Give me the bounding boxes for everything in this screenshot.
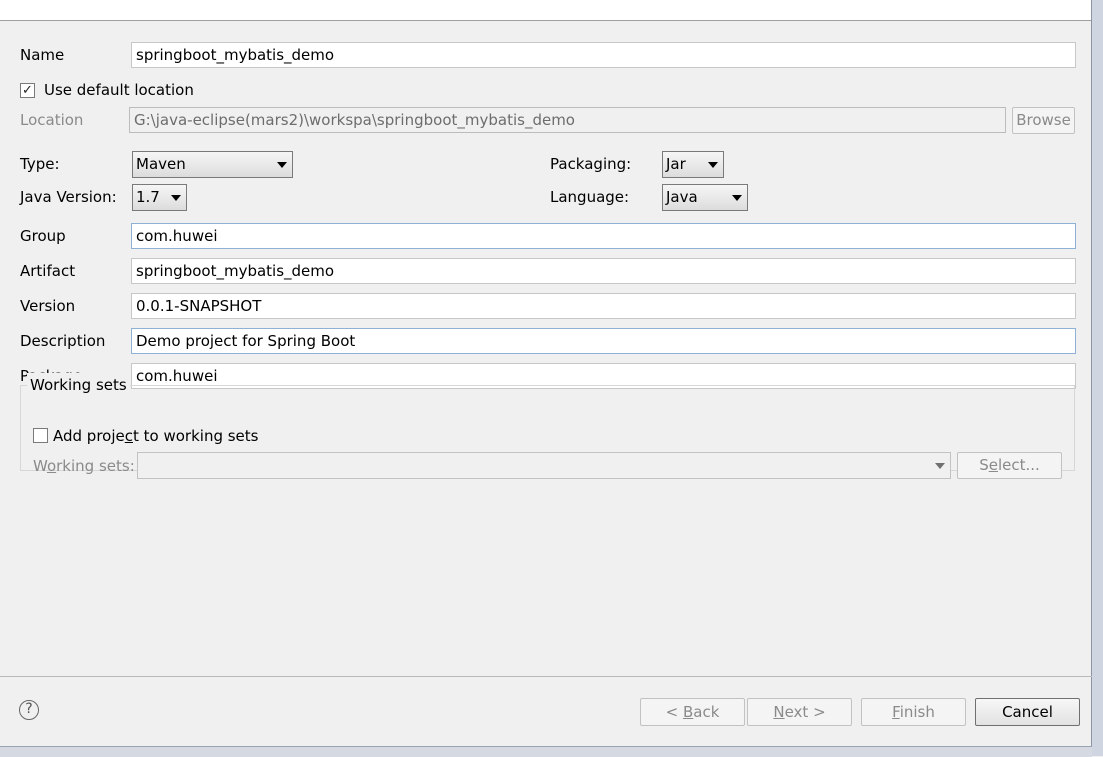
java-version-select-value: 1.7: [136, 188, 160, 206]
add-to-working-sets-checkbox[interactable]: [33, 428, 48, 443]
language-label: Language:: [550, 188, 630, 206]
version-label: Version: [20, 297, 76, 315]
artifact-input[interactable]: springboot_mybatis_demo: [131, 258, 1076, 284]
browse-button[interactable]: Browse: [1012, 107, 1075, 134]
description-label: Description: [20, 332, 106, 350]
window-frame-edge: [1091, 0, 1103, 756]
next-button[interactable]: Next >: [747, 698, 852, 726]
name-input[interactable]: springboot_mybatis_demo: [131, 42, 1076, 68]
java-version-select[interactable]: 1.7: [132, 184, 187, 211]
working-sets-combo[interactable]: [137, 452, 951, 479]
packaging-label: Packaging:: [550, 155, 632, 173]
group-input[interactable]: com.huwei: [131, 223, 1076, 249]
chevron-down-icon: [171, 195, 181, 201]
artifact-label: Artifact: [20, 262, 76, 280]
use-default-location-checkbox[interactable]: ✓: [20, 83, 35, 98]
use-default-location-label: Use default location: [44, 81, 194, 99]
footer-separator: [0, 676, 1092, 677]
name-label: Name: [20, 46, 65, 64]
window-bottom-edge: [0, 746, 1092, 757]
language-select[interactable]: Java: [662, 184, 748, 211]
type-select[interactable]: Maven: [132, 151, 293, 178]
chevron-down-icon: [732, 195, 742, 201]
working-sets-title: Working sets: [27, 373, 130, 397]
location-input[interactable]: G:\java-eclipse(mars2)\workspa\springboo…: [129, 107, 1006, 133]
location-label: Location: [20, 111, 84, 129]
finish-button[interactable]: Finish: [861, 698, 966, 726]
wizard-header-strip: [0, 0, 1092, 21]
chevron-down-icon: [708, 162, 718, 168]
help-icon[interactable]: ?: [19, 700, 39, 720]
working-sets-label: Working sets:: [33, 457, 135, 475]
select-working-sets-button[interactable]: Select...: [957, 452, 1062, 479]
group-label: Group: [20, 227, 66, 245]
cancel-button[interactable]: Cancel: [975, 698, 1080, 726]
type-select-value: Maven: [136, 155, 186, 173]
version-input[interactable]: 0.0.1-SNAPSHOT: [131, 293, 1076, 319]
packaging-select[interactable]: Jar: [662, 151, 724, 178]
chevron-down-icon: [277, 162, 287, 168]
add-to-working-sets-label: Add project to working sets: [53, 427, 259, 445]
back-button[interactable]: < Back: [640, 698, 745, 726]
chevron-down-icon: [935, 463, 945, 469]
description-input[interactable]: Demo project for Spring Boot: [131, 328, 1076, 354]
language-select-value: Java: [666, 188, 698, 206]
packaging-select-value: Jar: [666, 155, 686, 173]
checkmark-icon: ✓: [22, 83, 33, 98]
java-version-label: Java Version:: [20, 188, 117, 206]
type-label: Type:: [20, 155, 60, 173]
